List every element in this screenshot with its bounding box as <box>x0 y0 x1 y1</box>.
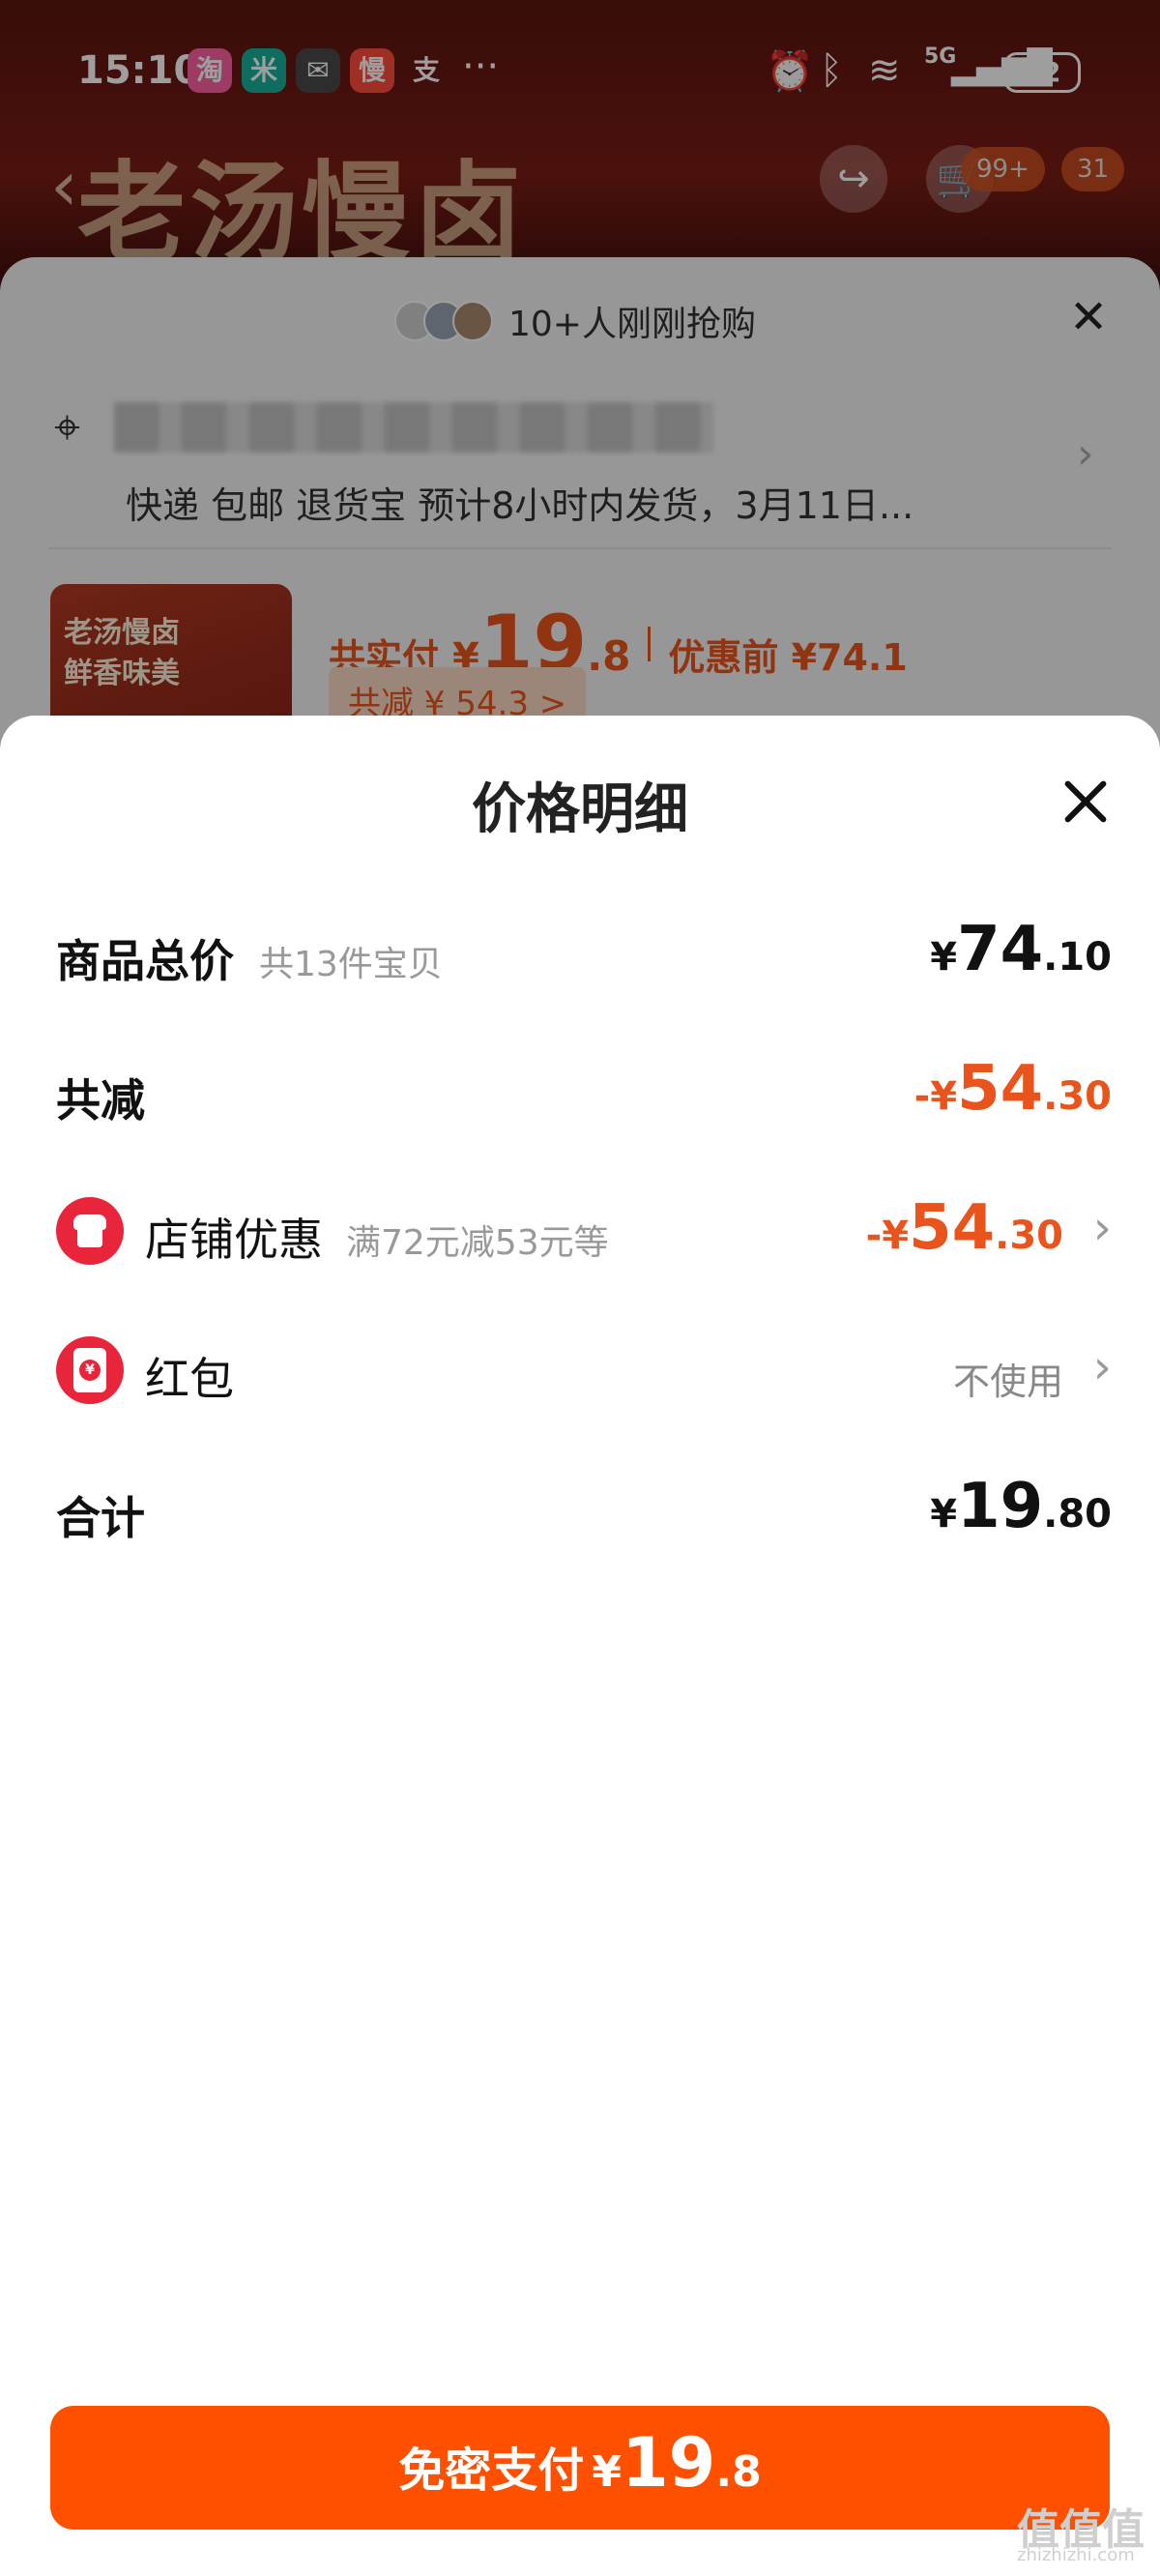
row-red-packet[interactable]: ¥ 红包 不使用 › <box>56 1327 1112 1414</box>
currency-symbol: -¥ <box>865 1214 910 1258</box>
row-store-discount[interactable]: 店铺优惠 满72元减53元等 -¥ 54 .30 › <box>56 1187 1112 1274</box>
close-icon[interactable] <box>1058 774 1114 830</box>
item-count: 共13件宝贝 <box>259 945 443 984</box>
grand-total-label: 合计 <box>56 1492 145 1544</box>
chevron-right-icon[interactable]: › <box>1093 1201 1112 1255</box>
row-total-price: 商品总价 共13件宝贝 ¥ 74 .10 <box>56 909 1112 996</box>
row-grand-total: 合计 ¥ 19 .80 <box>56 1466 1112 1553</box>
amount-decimal: .8 <box>715 2447 762 2497</box>
chevron-right-icon[interactable]: › <box>1093 1340 1112 1394</box>
total-price-label: 商品总价 <box>56 935 234 987</box>
amount-integer: 74 <box>957 914 1044 985</box>
row-total-reduction: 共减 -¥ 54 .30 <box>56 1048 1112 1135</box>
total-price-amount: ¥ 74 .10 <box>930 915 1112 984</box>
store-discount-rule: 满72元减53元等 <box>346 1223 609 1263</box>
reduction-label: 共减 <box>56 1074 145 1127</box>
watermark-url: zhizhizhi.com <box>1017 2545 1135 2565</box>
red-packet-label: 红包 <box>145 1353 234 1405</box>
reduction-amount: -¥ 54 .30 <box>914 1054 1112 1124</box>
store-icon <box>56 1197 124 1265</box>
password-free-pay-button[interactable]: 免密支付 ¥ 19 .8 <box>50 2406 1110 2530</box>
store-discount-amount: -¥ 54 .30 <box>866 1193 1063 1263</box>
red-packet-icon: ¥ <box>56 1336 124 1404</box>
red-packet-status[interactable]: 不使用 <box>953 1352 1063 1405</box>
currency-symbol: ¥ <box>592 2447 622 2497</box>
amount-integer: 19 <box>957 1471 1044 1542</box>
store-discount-label: 店铺优惠 <box>145 1214 323 1266</box>
pay-button-label: 免密支付 <box>398 2444 585 2498</box>
grand-total-amount: ¥ 19 .80 <box>930 1472 1112 1541</box>
currency-symbol: ¥ <box>930 1492 958 1537</box>
amount-decimal: .30 <box>1043 1074 1112 1119</box>
currency-symbol: ¥ <box>930 935 958 980</box>
amount-decimal: .10 <box>1043 935 1112 980</box>
amount-decimal: .80 <box>1043 1492 1112 1537</box>
amount-integer: 19 <box>621 2423 716 2503</box>
sheet-title: 价格明细 <box>472 778 688 841</box>
currency-symbol: -¥ <box>914 1074 958 1119</box>
amount-decimal: .30 <box>995 1214 1063 1258</box>
amount-integer: 54 <box>957 1053 1044 1125</box>
price-detail-sheet: 价格明细 商品总价 共13件宝贝 ¥ 74 .10 共减 -¥ 54 .30 店… <box>0 716 1160 2576</box>
amount-integer: 54 <box>909 1192 996 1264</box>
